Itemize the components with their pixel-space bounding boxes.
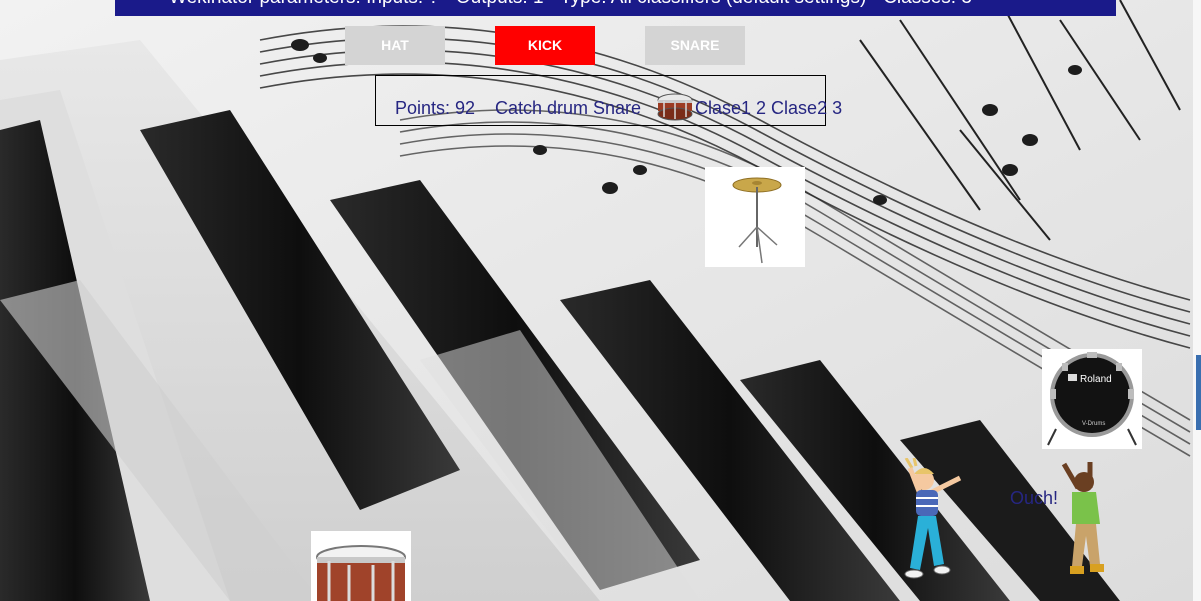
- points-label: Points: 92: [395, 98, 476, 118]
- right-edge-strip: [1193, 0, 1201, 601]
- snare-drum-sprite: [311, 531, 411, 601]
- snare-drum-icon: [316, 545, 406, 601]
- svg-text:V-Drums: V-Drums: [1082, 421, 1105, 427]
- class-counts-label: Clase1 2 Clase2 3: [695, 98, 843, 118]
- svg-text:Roland: Roland: [1080, 374, 1112, 385]
- cymbal-stand-icon: [732, 177, 782, 264]
- hat-button[interactable]: HAT: [345, 26, 445, 65]
- hihat-cymbal-sprite: [705, 167, 805, 267]
- wekinator-parameters-banner: Wekinator parameters: Inputs: ? - Output…: [115, 0, 1116, 16]
- boy-character: [1061, 462, 1104, 574]
- game-status-box: Points: 92 Catch drum Snare Clase1 2 Cla…: [375, 75, 842, 126]
- right-edge-accent: [1196, 355, 1201, 430]
- kick-drum-sprite: Roland V-Drums: [1042, 349, 1142, 449]
- banner-text: Wekinator parameters: Inputs: ? - Output…: [169, 0, 972, 8]
- girl-character: [904, 458, 962, 579]
- bass-drum-icon: Roland V-Drums: [1047, 352, 1137, 446]
- snare-button[interactable]: SNARE: [645, 26, 745, 65]
- kick-button[interactable]: KICK: [495, 26, 595, 65]
- snare-drum-icon: [657, 93, 693, 121]
- catch-drum-label: Catch drum Snare: [495, 98, 642, 118]
